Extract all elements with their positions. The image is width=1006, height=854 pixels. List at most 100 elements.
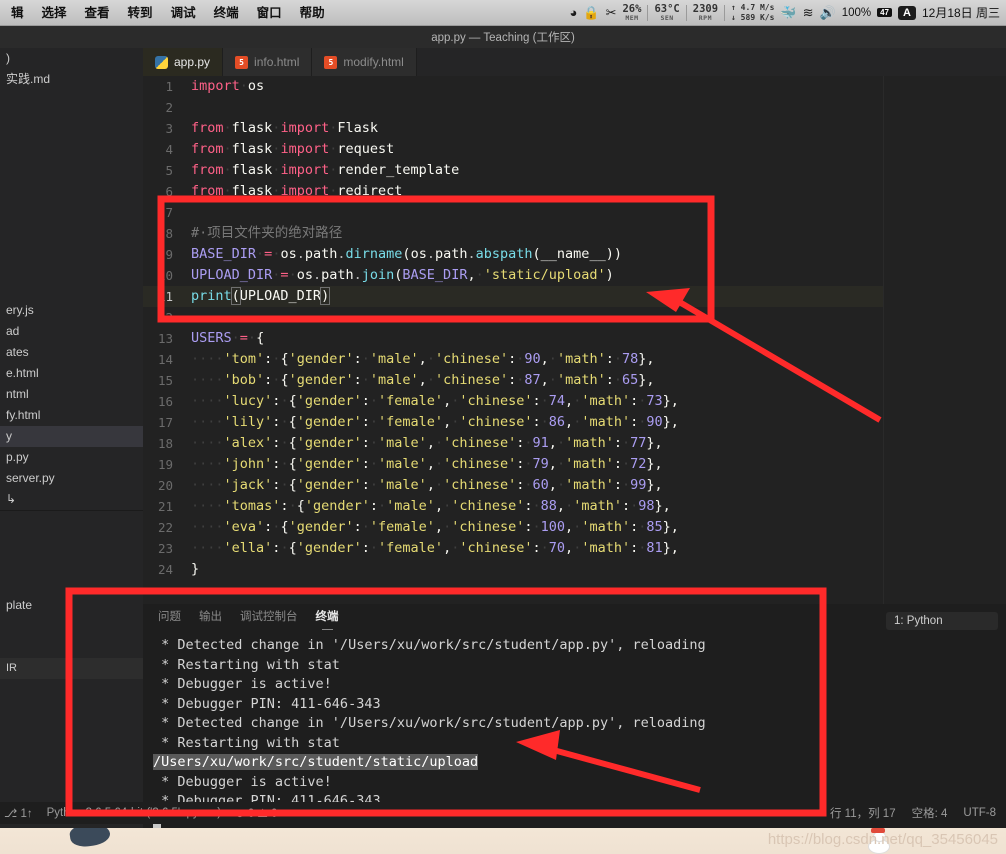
battery-percent[interactable]: 100%	[842, 7, 871, 19]
code-line[interactable]: 14 ····'tom':·{'gender':·'male',·'chinese…	[143, 349, 883, 370]
code-line[interactable]: 11 print(UPLOAD_DIR)	[143, 286, 883, 307]
code-line[interactable]: 23 ····'ella':·{'gender':·'female',·'chin…	[143, 538, 883, 559]
file-explorer-item-secondary[interactable]	[0, 574, 143, 595]
file-explorer-item[interactable]	[0, 132, 143, 153]
input-method-indicator[interactable]: A	[898, 5, 916, 20]
file-explorer-list[interactable]: ) 实践.md ery.js ad ates e.html ntml fy.html y p.py…	[0, 48, 143, 510]
file-explorer-item[interactable]	[0, 111, 143, 132]
code-line[interactable]: 1 import·os	[143, 76, 883, 97]
wifi-icon[interactable]: ≋	[803, 5, 814, 21]
battery-icon[interactable]: 47	[877, 8, 893, 17]
file-explorer-item[interactable]	[0, 258, 143, 279]
code-line[interactable]: 4 from·flask·import·request	[143, 139, 883, 160]
status-python-interpreter[interactable]: Python 3.6.5 64-bit ('3.6.5': pyenv)	[47, 807, 221, 819]
terminal-instance-item[interactable]: 1: Python	[886, 612, 998, 630]
status-indentation[interactable]: 空格: 4	[912, 805, 948, 821]
status-cursor-position[interactable]: 行 11，列 17	[830, 805, 896, 821]
app-icon[interactable]: ◕	[570, 5, 578, 20]
file-explorer-item[interactable]: ates	[0, 342, 143, 363]
file-explorer-item-secondary[interactable]: IR	[0, 658, 143, 679]
file-explorer-item[interactable]	[0, 153, 143, 174]
code-line[interactable]: 10 UPLOAD_DIR·=·os.path.join(BASE_DIR,·'s…	[143, 265, 883, 286]
menu-item-view[interactable]: 查看	[76, 0, 119, 26]
menu-item-help[interactable]: 帮助	[291, 0, 334, 26]
file-explorer-list-secondary[interactable]: plate IR	[0, 511, 143, 679]
menu-item-terminal[interactable]: 终端	[205, 0, 248, 26]
code-line[interactable]: 16 ····'lucy':·{'gender':·'female',·'chin…	[143, 391, 883, 412]
file-explorer-sidebar[interactable]: ) 实践.md ery.js ad ates e.html ntml fy.html y p.py…	[0, 48, 143, 828]
network-speed-stat[interactable]: ↑ 4.7 M/s ↓ 589 K/s	[731, 3, 774, 23]
file-explorer-item[interactable]: ad	[0, 321, 143, 342]
file-explorer-item[interactable]: p.py	[0, 447, 143, 468]
panel-tab-bar[interactable]: 问题 输出 调试控制台 终端	[143, 604, 1006, 630]
file-explorer-item[interactable]: ery.js	[0, 300, 143, 321]
code-line[interactable]: 22 ····'eva':·{'gender':·'female',·'chine…	[143, 517, 883, 538]
status-git-branch[interactable]: ⎇ 1↑	[4, 806, 33, 820]
volume-icon[interactable]: 🔊	[820, 5, 836, 21]
file-explorer-item-secondary[interactable]	[0, 511, 143, 532]
file-explorer-item[interactable]	[0, 174, 143, 195]
scissors-icon[interactable]: ✂	[606, 5, 617, 21]
file-explorer-item[interactable]: ntml	[0, 384, 143, 405]
file-explorer-item-secondary[interactable]	[0, 616, 143, 637]
panel-tab[interactable]: 输出	[199, 608, 222, 627]
menu-item-debug[interactable]: 调试	[162, 0, 205, 26]
file-explorer-item[interactable]: 实践.md	[0, 69, 143, 90]
menu-item-edit[interactable]: 辑	[2, 0, 33, 26]
code-line[interactable]: 24}	[143, 559, 883, 580]
code-line[interactable]: 7	[143, 202, 883, 223]
menu-item-goto[interactable]: 转到	[119, 0, 162, 26]
editor-tab-bar[interactable]: app.py 5 info.html 5 modify.html	[143, 48, 1006, 77]
file-explorer-item-secondary[interactable]	[0, 553, 143, 574]
code-line[interactable]: 6 from·flask·import·redirect	[143, 181, 883, 202]
file-explorer-item[interactable]	[0, 279, 143, 300]
panel-tab[interactable]: 终端	[316, 608, 339, 630]
menu-item-window[interactable]: 窗口	[248, 0, 291, 26]
file-explorer-item[interactable]	[0, 90, 143, 111]
file-explorer-item-secondary[interactable]	[0, 532, 143, 553]
file-explorer-item[interactable]: server.py	[0, 468, 143, 489]
file-explorer-item[interactable]: e.html	[0, 363, 143, 384]
code-line[interactable]: 18 ····'alex':·{'gender':·'male',·'chines…	[143, 433, 883, 454]
docker-icon[interactable]: 🐳	[780, 5, 796, 21]
file-explorer-item-secondary[interactable]: plate	[0, 595, 143, 616]
file-explorer-item[interactable]	[0, 237, 143, 258]
code-line[interactable]: 5 from·flask·import·render_template	[143, 160, 883, 181]
code-line[interactable]: 3 from·flask·import·Flask	[143, 118, 883, 139]
status-problems[interactable]: ⊗ 0 ⚠ 0	[235, 806, 277, 820]
fan-rpm-stat[interactable]: 2309 RPM	[693, 4, 718, 21]
lock-icon[interactable]: 🔒	[583, 5, 599, 21]
code-line[interactable]: 2	[143, 97, 883, 118]
editor-tab[interactable]: 5 modify.html	[312, 48, 417, 76]
editor-tab[interactable]: app.py	[143, 48, 224, 77]
file-explorer-item[interactable]: )	[0, 48, 143, 69]
panel-tab[interactable]: 调试控制台	[240, 608, 298, 627]
code-line[interactable]: 9 BASE_DIR·=·os.path.dirname(os.path.absp…	[143, 244, 883, 265]
code-line[interactable]: 12	[143, 307, 883, 328]
code-line[interactable]: 15 ····'bob':·{'gender':·'male',·'chinese…	[143, 370, 883, 391]
panel-tab[interactable]: 问题	[158, 608, 181, 627]
code-line[interactable]: 19 ····'john':·{'gender':·'male',·'chines…	[143, 454, 883, 475]
temperature-stat[interactable]: 63°C SEN	[654, 4, 679, 21]
file-explorer-item[interactable]: y	[0, 426, 143, 447]
code-line[interactable]: 21 ····'tomas':·{'gender':·'male',·'chine…	[143, 496, 883, 517]
code-line[interactable]: 8 #·项目文件夹的绝对路径	[143, 223, 883, 244]
terminal-output[interactable]: * Detected change in '/Users/xu/work/src…	[143, 630, 1006, 828]
terminal-instance-list[interactable]: 1: Python	[886, 612, 998, 630]
file-explorer-item[interactable]: fy.html	[0, 405, 143, 426]
code-line[interactable]: 17 ····'lily':·{'gender':·'female',·'chin…	[143, 412, 883, 433]
memory-stat[interactable]: 26% MEM	[622, 4, 641, 21]
status-encoding[interactable]: UTF-8	[963, 807, 996, 819]
file-explorer-item[interactable]: ↳	[0, 489, 143, 510]
file-explorer-item-secondary[interactable]	[0, 637, 143, 658]
code-editor[interactable]: 1 import·os 2 3 from·flask·import·Flask 4 from…	[143, 76, 883, 604]
code-lines[interactable]: 1 import·os 2 3 from·flask·import·Flask 4 from…	[143, 76, 883, 580]
menu-item-select[interactable]: 选择	[33, 0, 76, 26]
code-line[interactable]: 13 USERS·=·{	[143, 328, 883, 349]
code-line[interactable]: 20 ····'jack':·{'gender':·'male',·'chines…	[143, 475, 883, 496]
file-explorer-item[interactable]	[0, 195, 143, 216]
clock-date[interactable]: 12月18日 周三	[922, 4, 1000, 21]
file-explorer-item[interactable]	[0, 216, 143, 237]
editor-tab[interactable]: 5 info.html	[223, 48, 313, 76]
editor-minimap[interactable]	[883, 76, 1006, 604]
